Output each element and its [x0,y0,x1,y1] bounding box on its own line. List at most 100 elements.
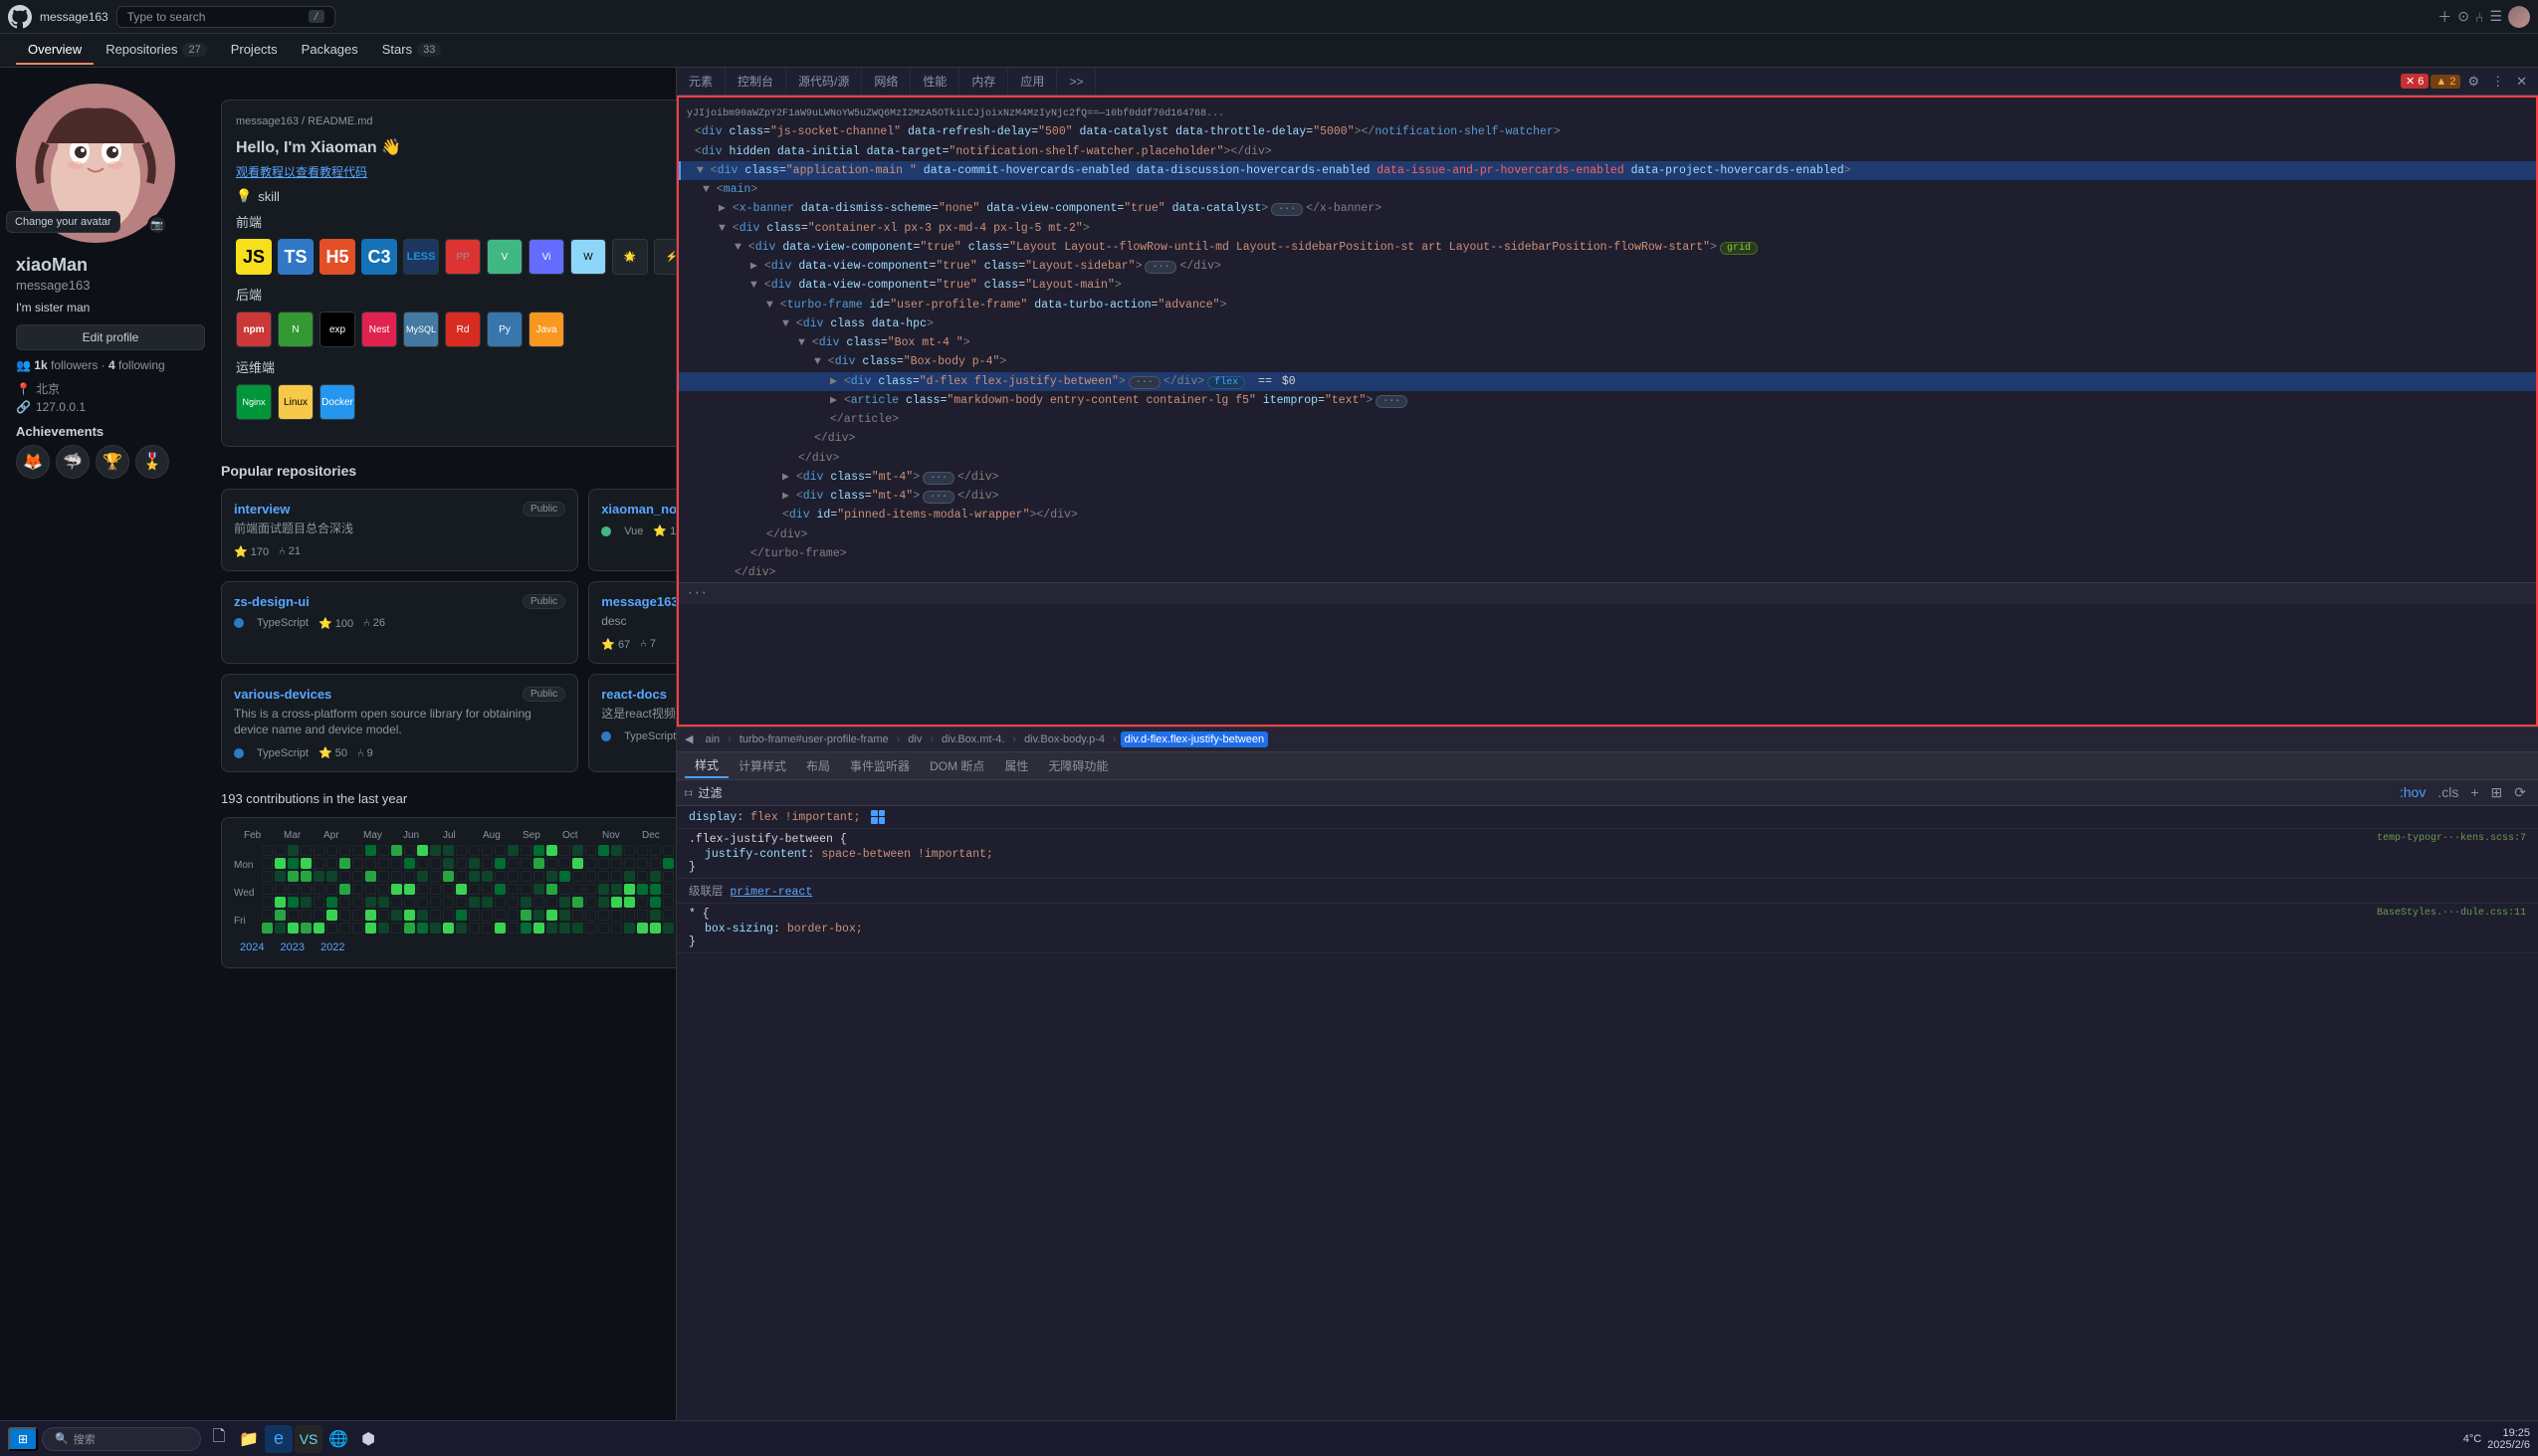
styles-tab-dom-breakpoints[interactable]: DOM 断点 [920,754,994,777]
year-2022-link[interactable]: 2022 [315,939,350,955]
styles-tab-computed[interactable]: 计算样式 [729,754,796,777]
contributions-section: 193 contributions in the last year Contr… [221,788,677,968]
tree-line-19[interactable]: </div> [679,449,2536,468]
tree-line-17[interactable]: </article> [679,410,2536,429]
tree-line-5[interactable]: ▼ <main> [679,180,2536,199]
devtools-tab-网络[interactable]: 网络 [862,68,911,95]
tree-line-7[interactable]: ▼ <div class="container-xl px-3 px-md-4 … [679,219,2536,238]
tree-line-14[interactable]: ▼ <div class="Box-body p-4"> [679,352,2536,371]
plus-filter-btn[interactable]: + [2466,784,2482,801]
lang-dot-vue-2 [601,526,611,536]
taskbar-time-value: 19:25 [2487,1427,2530,1439]
profile-area: Change your avatar 📷 xiaoMan message163 … [0,68,676,1000]
tree-line-22[interactable]: <div id="pinned-items-modal-wrapper"></d… [679,506,2536,524]
taskbar-app-file[interactable]: 🗋 [205,1425,233,1453]
tree-line-9[interactable]: ▶ <div data-view-component="true" class=… [679,257,2536,276]
styles-tab-properties[interactable]: 属性 [994,754,1038,777]
taskbar-app-chrome[interactable]: 🌐 [324,1425,352,1453]
devtools-tab-more[interactable]: >> [1057,68,1096,95]
tree-line-11[interactable]: ▼ <turbo-frame id="user-profile-frame" d… [679,296,2536,314]
styles-tab-styles[interactable]: 样式 [685,753,729,778]
new-rule-btn[interactable]: ⊞ [2487,784,2507,801]
profile-content: message163 / README.md ✏️ Hello, I'm Xia… [221,84,677,984]
primer-react-link[interactable]: primer-react [730,886,812,899]
tree-line-24[interactable]: </turbo-frame> [679,544,2536,563]
node-icon: N [278,312,314,347]
refresh-btn[interactable]: ⟳ [2510,784,2530,801]
hov-filter-btn[interactable]: :hov [2396,784,2430,801]
devtools-tab-应用[interactable]: 应用 [1008,68,1057,95]
year-2024-link[interactable]: 2024 [234,939,270,955]
nav-repositories[interactable]: Repositories 27 [94,36,219,65]
month-nov: Nov [602,830,642,841]
taskbar-clock: 19:25 2025/2/6 [2487,1427,2530,1451]
tree-line-20[interactable]: ▶ <div class="mt-4">···</div> [679,468,2536,487]
devtools-tab-性能[interactable]: 性能 [911,68,959,95]
nav-packages[interactable]: Packages [290,36,370,65]
plus-icon[interactable]: ＋ [2437,7,2451,27]
issues-icon[interactable]: ⊙ [2457,8,2469,25]
breadcrumb-dflex[interactable]: div.d-flex.flex-justify-between [1121,731,1268,747]
readme-link[interactable]: 观看教程以查看教程代码 [236,163,677,180]
taskbar-app-edge[interactable]: e [265,1425,293,1453]
devtools-tab-源代码[interactable]: 源代码/源 [786,68,862,95]
start-button[interactable]: ⊞ [8,1427,38,1451]
filter-label: 过滤 [698,784,722,801]
tree-line-21[interactable]: ▶ <div class="mt-4">···</div> [679,487,2536,506]
taskbar-app-code[interactable]: VS [295,1425,322,1453]
repo-name-2[interactable]: xiaoman_novid19 [601,502,677,517]
breadcrumb-box-body[interactable]: div.Box-body.p-4 [1020,731,1109,747]
tree-line-10[interactable]: ▼ <div data-view-component="true" class=… [679,276,2536,295]
taskbar-search[interactable]: 🔍 搜索 [42,1427,201,1451]
tree-line-6[interactable]: ▶ <x-banner data-dismiss-scheme="none" d… [679,199,2536,218]
tree-line-16[interactable]: ▶ <article class="markdown-body entry-co… [679,391,2536,410]
devtools-tab-内存[interactable]: 内存 [959,68,1008,95]
tree-line-2[interactable]: <div class="js-socket-channel" data-refr… [679,122,2536,141]
repo-card-react-docs: react-docs Public 这是react视频分享 感谢都喜欢学习的你 … [588,674,677,773]
repo-name-5[interactable]: various-devices [234,687,331,702]
tree-line-15-selected[interactable]: ▶ <div class="d-flex flex-justify-betwee… [679,372,2536,391]
tree-line-8[interactable]: ▼ <div data-view-component="true" class=… [679,238,2536,257]
devtools-more-icon[interactable]: ⋮ [2486,72,2509,92]
devtools-tab-元素[interactable]: 元素 [677,68,726,95]
nav-stars[interactable]: Stars 33 [370,36,454,65]
topbar-search-box[interactable]: Type to search / [116,6,335,28]
user-avatar-topbar[interactable] [2508,6,2530,28]
tree-line-1[interactable]: yJIjoibm90aWZpY2F1aW9uLWNoYW5uZWQ6MzI2Mz… [679,104,2536,122]
repo-name-6[interactable]: react-docs [601,687,667,702]
devtools-settings-icon[interactable]: ⚙ [2462,72,2484,92]
tree-line-18[interactable]: </div> [679,429,2536,448]
tree-ellipsis-icon[interactable]: ··· [687,587,708,600]
tree-line-23[interactable]: </div> [679,525,2536,544]
styles-tab-layout[interactable]: 布局 [796,754,840,777]
repo-name-3[interactable]: zs-design-ui [234,594,310,609]
breadcrumb-ain[interactable]: ain [701,731,724,747]
styles-tab-events[interactable]: 事件监听器 [840,754,920,777]
cls-filter-btn[interactable]: .cls [2433,784,2462,801]
pullrequest-icon[interactable]: ⑃ [2475,9,2483,25]
taskbar-app-github[interactable]: ⬢ [354,1425,382,1453]
skill-icon: 💡 [236,188,252,204]
tree-line-13[interactable]: ▼ <div class="Box mt-4 "> [679,333,2536,352]
devtools-tab-控制台[interactable]: 控制台 [726,68,786,95]
tree-line-25[interactable]: </div> [679,563,2536,582]
styles-tab-accessibility[interactable]: 无障碍功能 [1038,754,1118,777]
edit-profile-button[interactable]: Edit profile [16,324,205,350]
breadcrumb-back-icon[interactable]: ◀ [685,732,693,745]
tree-line-12[interactable]: ▼ <div class data-hpc> [679,314,2536,333]
nav-overview[interactable]: Overview [16,36,94,65]
breadcrumb-turboframe[interactable]: turbo-frame#user-profile-frame [736,731,893,747]
tree-line-4-selected[interactable]: ▼ <div class="application-main " data-co… [679,161,2536,180]
breadcrumb-div[interactable]: div [904,731,926,747]
repo-name-4[interactable]: message163 [601,594,677,609]
inbox-icon[interactable]: ☰ [2489,8,2502,25]
breadcrumb-box-mt4[interactable]: div.Box.mt-4. [938,731,1008,747]
repo-desc-4: desc [601,613,677,630]
nav-projects[interactable]: Projects [219,36,290,65]
tree-line-3[interactable]: <div hidden data-initial data-target="no… [679,142,2536,161]
year-2023-link[interactable]: 2023 [274,939,310,955]
taskbar-app-folder[interactable]: 📁 [235,1425,263,1453]
popular-repos-section: Popular repositories Customize your pins… [221,463,677,772]
repo-name-1[interactable]: interview [234,502,290,517]
devtools-close-icon[interactable]: ✕ [2511,72,2532,92]
